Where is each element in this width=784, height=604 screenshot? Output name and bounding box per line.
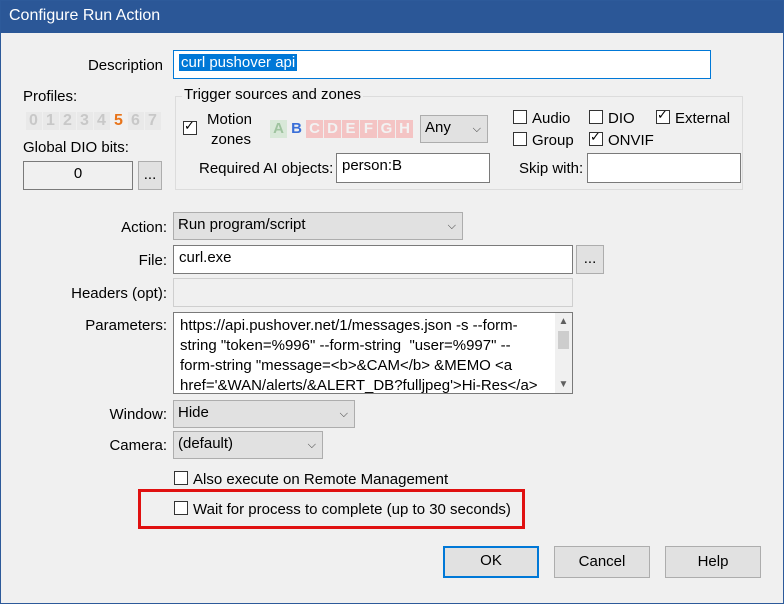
scroll-thumb[interactable]: [558, 331, 569, 349]
chevron-down-icon: ⌵: [447, 220, 456, 232]
also-execute-checkbox-box[interactable]: [174, 471, 188, 485]
profile-1[interactable]: 1: [43, 112, 59, 130]
scroll-up-icon[interactable]: ▲: [555, 313, 572, 330]
action-dropdown[interactable]: Run program/script ⌵: [173, 212, 463, 240]
parameters-textarea[interactable]: https://api.pushover.net/1/messages.json…: [173, 312, 573, 394]
zone-b[interactable]: B: [288, 120, 305, 138]
motion-zones-checkbox[interactable]: ✓: [183, 118, 202, 139]
external-label: External: [675, 110, 731, 127]
onvif-label: ONVIF: [608, 132, 654, 149]
profile-6[interactable]: 6: [128, 112, 144, 130]
parameters-line-1: https://api.pushover.net/1/messages.json…: [180, 317, 518, 334]
file-label: File:: [138, 252, 167, 269]
also-execute-label: Also execute on Remote Management: [193, 471, 449, 488]
trigger-group-title: Trigger sources and zones: [182, 86, 364, 103]
skip-with-label: Skip with:: [519, 160, 584, 177]
global-dio-label: Global DIO bits:: [23, 139, 129, 156]
audio-checkbox-box[interactable]: [513, 110, 527, 124]
headers-input[interactable]: [173, 278, 573, 307]
motion-zones-checkbox-box[interactable]: ✓: [183, 118, 197, 135]
chevron-down-icon: ⌵: [339, 408, 348, 420]
parameters-line-3: form-string "message=<b>&CAM</b> &MEMO <…: [180, 357, 513, 374]
external-checkbox-box[interactable]: ✓: [656, 107, 670, 124]
profile-5[interactable]: 5: [111, 112, 127, 130]
motion-label-line2: zones: [211, 131, 252, 148]
onvif-checkbox-box[interactable]: ✓: [589, 129, 603, 146]
profile-7[interactable]: 7: [145, 112, 161, 130]
file-value: curl.exe: [179, 249, 232, 266]
description-label: Description: [87, 57, 163, 74]
motion-label-line1: Motion: [207, 111, 253, 128]
zone-h[interactable]: H: [396, 120, 413, 138]
title-bar[interactable]: Configure Run Action: [1, 1, 783, 33]
zone-d[interactable]: D: [324, 120, 341, 138]
window-mode-value: Hide: [178, 404, 209, 421]
ok-button[interactable]: OK: [443, 546, 539, 578]
wait-process-label: Wait for process to complete (up to 30 s…: [193, 501, 511, 518]
description-value: curl pushover api: [179, 54, 298, 71]
dialog-client: Description curl pushover api Profiles: …: [9, 33, 775, 596]
zones-any-value: Any: [425, 119, 451, 136]
parameters-scrollbar[interactable]: ▲ ▼: [555, 313, 572, 393]
configure-run-action-dialog: Configure Run Action Description curl pu…: [0, 0, 784, 604]
zones-any-dropdown[interactable]: Any ⌵: [420, 115, 488, 143]
description-input[interactable]: curl pushover api: [173, 50, 711, 79]
window-mode-label: Window:: [109, 406, 167, 423]
camera-dropdown[interactable]: (default) ⌵: [173, 431, 323, 459]
audio-label: Audio: [532, 110, 571, 127]
camera-label: Camera:: [109, 437, 167, 454]
wait-process-checkbox-box[interactable]: [174, 501, 188, 515]
parameters-label: Parameters:: [85, 317, 167, 334]
global-dio-browse-button[interactable]: ...: [138, 161, 162, 190]
dio-checkbox-box[interactable]: [589, 110, 603, 124]
group-label: Group: [532, 132, 574, 149]
zone-c[interactable]: C: [306, 120, 323, 138]
profile-3[interactable]: 3: [77, 112, 93, 130]
required-ai-input[interactable]: person:B: [336, 153, 490, 183]
zone-f[interactable]: F: [360, 120, 377, 138]
action-label: Action:: [121, 219, 167, 236]
global-dio-value: 0: [73, 165, 83, 182]
audio-checkbox[interactable]: Audio: [513, 110, 570, 128]
external-checkbox[interactable]: ✓ External: [656, 107, 731, 128]
global-dio-field[interactable]: 0: [23, 161, 133, 190]
headers-label: Headers (opt):: [71, 285, 167, 302]
parameters-line-2: string "token=%996" --form-string "user=…: [180, 337, 511, 354]
also-execute-checkbox[interactable]: Also execute on Remote Management: [174, 471, 448, 489]
profiles-label: Profiles:: [23, 88, 78, 105]
skip-with-input[interactable]: [587, 153, 741, 183]
zone-a[interactable]: A: [270, 120, 287, 138]
zone-e[interactable]: E: [342, 120, 359, 138]
profile-0[interactable]: 0: [26, 112, 42, 130]
parameters-line-4: href='&WAN/alerts/&ALERT_DB?fulljpeg'>Hi…: [180, 377, 538, 394]
group-checkbox[interactable]: Group: [513, 132, 574, 150]
dio-checkbox[interactable]: DIO: [589, 110, 635, 128]
action-value: Run program/script: [178, 216, 306, 233]
required-ai-value: person:B: [342, 157, 403, 174]
onvif-checkbox[interactable]: ✓ ONVIF: [589, 129, 654, 150]
profiles-selector[interactable]: 01234567: [26, 112, 162, 130]
scroll-down-icon[interactable]: ▼: [555, 376, 572, 393]
chevron-down-icon: ⌵: [307, 439, 316, 451]
dio-label: DIO: [608, 110, 635, 127]
wait-process-checkbox[interactable]: Wait for process to complete (up to 30 s…: [174, 501, 511, 519]
cancel-button[interactable]: Cancel: [554, 546, 650, 578]
file-input[interactable]: curl.exe: [173, 245, 573, 274]
chevron-down-icon: ⌵: [472, 123, 481, 135]
zone-g[interactable]: G: [378, 120, 395, 138]
profile-2[interactable]: 2: [60, 112, 76, 130]
zone-selector[interactable]: ABCDEFGH: [270, 120, 414, 138]
file-browse-button[interactable]: ...: [576, 245, 604, 274]
window-mode-dropdown[interactable]: Hide ⌵: [173, 400, 355, 428]
group-checkbox-box[interactable]: [513, 132, 527, 146]
required-ai-label: Required AI objects:: [199, 160, 334, 177]
camera-value: (default): [178, 435, 234, 452]
help-button[interactable]: Help: [665, 546, 761, 578]
window-title: Configure Run Action: [9, 7, 161, 24]
profile-4[interactable]: 4: [94, 112, 110, 130]
